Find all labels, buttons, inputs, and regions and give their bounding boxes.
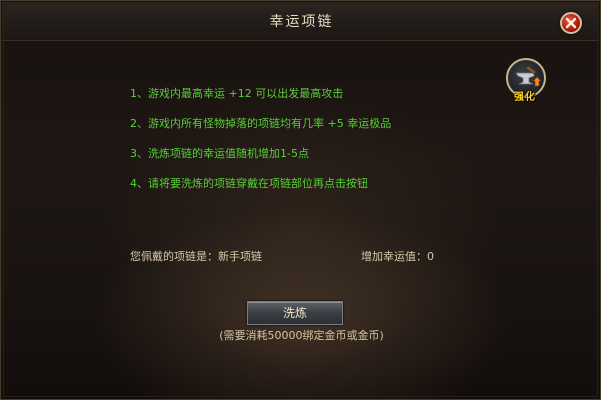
- rule-item: 4、请将要洗炼的项链穿戴在项链部位再点击按钮: [130, 177, 368, 190]
- rule-item: 2、游戏内所有怪物掉落的项链均有几率 +5 幸运极品: [130, 117, 392, 130]
- rules-list: 1、游戏内最高幸运 +12 可以出发最高攻击 2、游戏内所有怪物掉落的项链均有几…: [130, 87, 391, 207]
- equipped-necklace-text: 您佩戴的项链是：新手项链: [130, 250, 262, 263]
- enhance-button[interactable]: 强化: [506, 58, 548, 103]
- cost-note: (需要消耗50000绑定金币或金币): [219, 329, 384, 342]
- refine-button[interactable]: 洗炼: [247, 301, 343, 325]
- close-icon: [565, 17, 577, 29]
- close-button[interactable]: [560, 12, 582, 34]
- luck-bonus-text: 增加幸运值：0: [361, 250, 434, 263]
- lucky-necklace-window: 幸运项链 强化 1、游戏内最高幸运 +12 可以出发最高攻击 2、游戏内所有怪物…: [0, 0, 601, 400]
- window-title: 幸运项链: [269, 14, 334, 30]
- enhance-label: 强化: [514, 92, 536, 103]
- rule-item: 3、洗炼项链的幸运值随机增加1-5点: [130, 147, 309, 160]
- rule-item: 1、游戏内最高幸运 +12 可以出发最高攻击: [130, 87, 344, 100]
